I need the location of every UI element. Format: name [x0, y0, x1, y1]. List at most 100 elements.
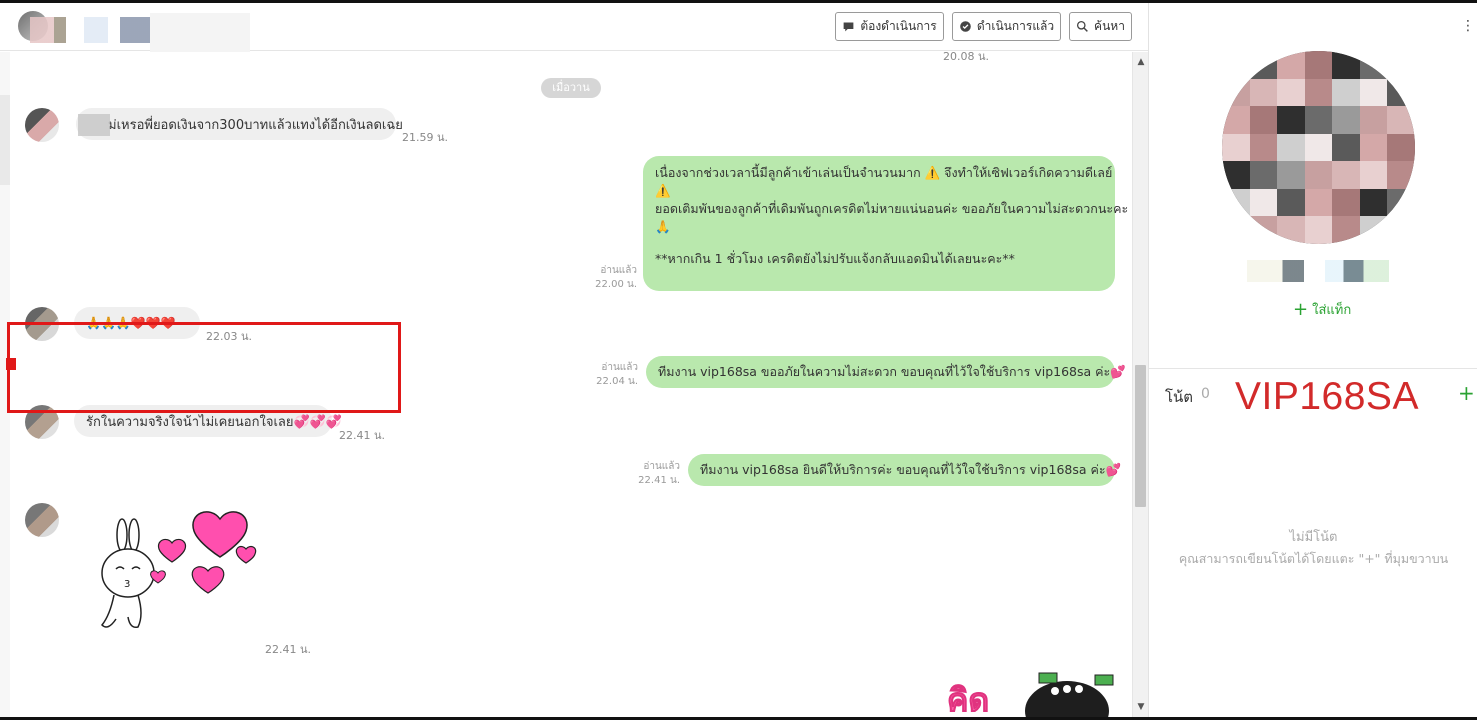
mosaic-tile [1387, 78, 1415, 107]
message-line [655, 236, 1103, 250]
mosaic-tile [1332, 133, 1360, 162]
mosaic-tile [1249, 106, 1278, 134]
check-bubble-icon [960, 21, 971, 32]
add-note-button[interactable]: + [1458, 383, 1475, 403]
mosaic-tile [1304, 106, 1333, 134]
mosaic-tile [1332, 216, 1360, 244]
empty-notes-description: คุณสามารถเขียนโน้ตได้โดยแตะ "+" ที่มุมขว… [1178, 551, 1449, 566]
incoming-message-bubble[interactable]: ม่เหรอพี่ยอดเงินจาก300บาทแล้วแทงได้อีกเง… [76, 108, 403, 140]
done-button-label: ดำเนินการแล้ว [976, 19, 1055, 33]
message-line: เนื่องจากช่วงเวลานี้มีลูกค้าเข้าเล่นเป็น… [655, 165, 1113, 180]
message-line: ⚠️ [655, 183, 671, 198]
mosaic-tile [1359, 78, 1388, 107]
mosaic-tile [1277, 216, 1305, 244]
mosaic-tile [1249, 133, 1278, 162]
svg-text:3: 3 [124, 579, 130, 590]
mosaic-tile [1332, 78, 1360, 107]
sender-avatar[interactable] [25, 503, 59, 537]
mosaic-tile [1222, 51, 1250, 79]
add-tag-label: ใส่แท็ก [1312, 303, 1352, 318]
search-button[interactable]: ค้นหา [1069, 12, 1132, 41]
outgoing-message-bubble[interactable]: ทีมงาน vip168sa ขออภัยในความไม่สะดวก ขอบ… [646, 356, 1126, 388]
note-section-label: โน้ต [1165, 388, 1194, 406]
contact-info-panel: ⋮ + ใส่แท็ก โน้ต 0 VIP168SA + ไม่มีโน้ต … [1148, 3, 1477, 717]
todo-button-label: ต้องดำเนินการ [860, 19, 937, 33]
chat-header: ต้องดำเนินการ ดำเนินการแล้ว ค้นหา [0, 3, 1148, 53]
date-separator: เมื่อวาน [541, 78, 601, 98]
message-line: **หากเกิน 1 ชั่วโมง เครดิตยังไม่ปรับแจ้ง… [655, 251, 1015, 266]
heart-icon [235, 545, 257, 564]
message-line: ยอดเติมพันของลูกค้าที่เดิมพันถูกเครดิตไม… [655, 201, 1129, 216]
partial-sticker[interactable]: คิด [935, 667, 1115, 717]
mosaic-tile [1304, 216, 1333, 244]
profile-picture-redacted[interactable] [1222, 51, 1415, 244]
speech-bubble-icon [843, 22, 854, 32]
mosaic-tile [1359, 188, 1388, 217]
scrollbar-thumb[interactable] [1135, 365, 1146, 507]
mosaic-tile [1359, 51, 1388, 79]
cony-heart-sticker[interactable]: 3 [80, 507, 260, 647]
highlight-flag [6, 358, 16, 370]
note-count: 0 [1201, 386, 1210, 402]
mosaic-tile [1359, 216, 1388, 244]
message-text: ทีมงาน vip168sa ขออภัยในความไม่สะดวก ขอบ… [658, 364, 1126, 379]
done-button[interactable]: ดำเนินการแล้ว [952, 12, 1061, 41]
mosaic-tile [1387, 161, 1415, 189]
mosaic-tile [1222, 161, 1250, 189]
read-receipt: อ่านแล้ว 22.41 น. [625, 460, 680, 488]
more-options-icon[interactable]: ⋮ [1461, 19, 1475, 33]
mosaic-tile [1249, 216, 1278, 244]
message-text: รักในความจริงใจน้าไม่เคยนอกใจเลย💞💞💞 [86, 414, 343, 430]
search-button-label: ค้นหา [1094, 19, 1125, 33]
mosaic-tile [1304, 188, 1333, 217]
heart-icon [191, 566, 225, 594]
mosaic-tile [1304, 161, 1333, 189]
outgoing-message-bubble[interactable]: เนื่องจากช่วงเวลานี้มีลูกค้าเข้าเล่นเป็น… [643, 156, 1129, 291]
message-time: 21.59 น. [402, 131, 449, 144]
todo-button[interactable]: ต้องดำเนินการ [835, 12, 944, 41]
contact-name-redacted [30, 17, 150, 43]
mosaic-tile [1222, 78, 1250, 107]
mosaic-tile [1222, 216, 1250, 244]
mosaic-tile [1222, 133, 1250, 162]
mosaic-tile [1249, 188, 1278, 217]
redacted-area [78, 114, 110, 136]
read-label: อ่านแล้ว [600, 265, 637, 276]
chat-scrollbar[interactable]: ▲ ▼ [1132, 52, 1148, 717]
mosaic-tile [1332, 161, 1360, 189]
contact-name-redacted-2 [150, 13, 250, 53]
mosaic-tile [1387, 133, 1415, 162]
mosaic-tile [1277, 188, 1305, 217]
mosaic-tile [1277, 133, 1305, 162]
mosaic-tile [1277, 106, 1305, 134]
read-label: อ่านแล้ว [643, 461, 680, 472]
add-tag-button[interactable]: + ใส่แท็ก [1293, 299, 1351, 320]
scroll-up-arrow-icon[interactable]: ▲ [1136, 57, 1146, 67]
mosaic-tile [1332, 106, 1360, 134]
mosaic-tile [1249, 78, 1278, 107]
outgoing-message-bubble[interactable]: ทีมงาน vip168sa ยินดีให้บริการค่ะ ขอบคุณ… [688, 454, 1121, 486]
mosaic-tile [1304, 78, 1333, 107]
mosaic-tile [1387, 51, 1415, 79]
mosaic-tile [1222, 106, 1250, 134]
read-receipt: อ่านแล้ว 22.00 น. [575, 264, 637, 292]
message-time: 22.41 น. [265, 643, 312, 656]
mosaic-tile [1277, 161, 1305, 189]
scroll-down-arrow-icon[interactable]: ▼ [1136, 702, 1146, 712]
mosaic-tile [1277, 78, 1305, 107]
mosaic-tile [1332, 188, 1360, 217]
empty-notes-title: ไม่มีโน้ต [1289, 530, 1338, 545]
message-text: ทีมงาน vip168sa ยินดีให้บริการค่ะ ขอบคุณ… [700, 462, 1122, 477]
message-time: 22.00 น. [595, 279, 637, 290]
message-time: 22.04 น. [596, 376, 638, 387]
read-receipt: อ่านแล้ว 22.04 น. [580, 361, 638, 389]
message-text: ม่เหรอพี่ยอดเงินจาก300บาทแล้วแทงได้อีกเง… [108, 117, 403, 133]
vip-annotation: VIP168SA [1235, 375, 1419, 418]
sender-avatar[interactable] [25, 108, 59, 142]
left-edge-mark [0, 95, 10, 185]
mosaic-tile [1277, 51, 1305, 79]
message-time: 20.08 น. [943, 52, 990, 63]
sticker-text: คิด [947, 681, 989, 717]
mosaic-tile [1249, 161, 1278, 189]
mosaic-tile [1359, 161, 1388, 189]
